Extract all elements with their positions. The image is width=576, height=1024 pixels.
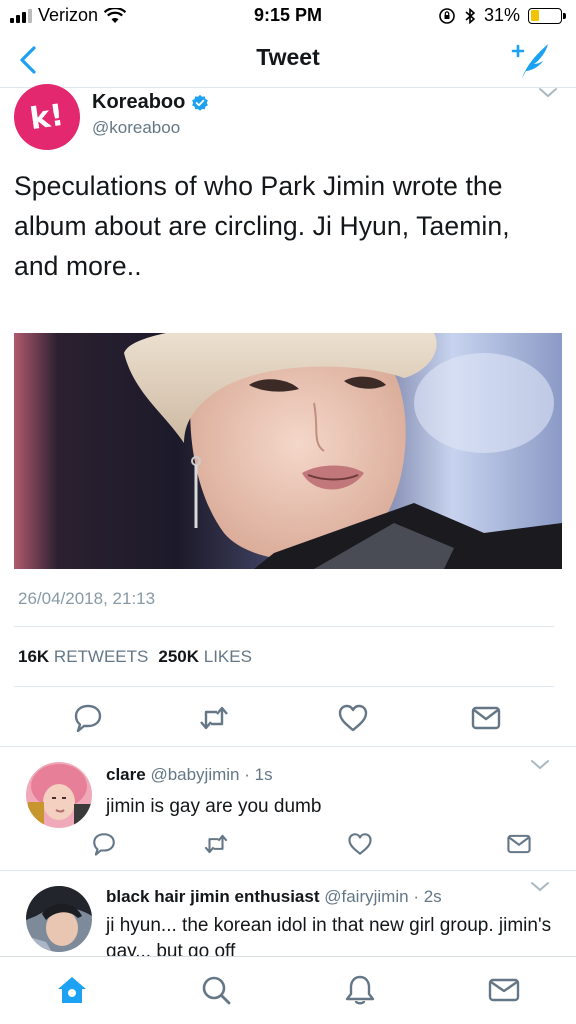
home-icon[interactable] [55,973,89,1007]
bluetooth-icon [465,7,476,24]
reply-icon[interactable] [72,702,104,734]
reply-separator-dot: · [244,765,250,784]
likes-stat[interactable]: 250K LIKES [158,647,252,667]
orientation-lock-icon [439,7,455,24]
tweet-timestamp: 26/04/2018, 21:13 [18,589,156,608]
reply-author-handle[interactable]: @fairyjimin [324,887,408,906]
tab-bar [0,956,576,1024]
retweet-icon[interactable] [203,831,229,857]
author-name-row[interactable]: Koreaboo [92,91,209,114]
divider [14,626,554,627]
reply-author-name[interactable]: clare [106,765,146,784]
notifications-icon[interactable] [343,973,377,1007]
tweet-text: Speculations of who Park Jimin wrote the… [14,171,510,281]
chevron-down-icon[interactable] [530,758,550,772]
dm-icon[interactable] [470,702,502,734]
reply-time: 1s [254,765,273,784]
like-icon[interactable] [347,831,373,857]
chevron-down-icon[interactable] [530,880,550,894]
reply-author-handle[interactable]: @babyjimin [150,765,239,784]
retweet-icon[interactable] [198,702,230,734]
battery-icon [528,7,566,24]
reply-avatar[interactable] [26,762,92,828]
nav-bar: Tweet [0,32,576,88]
tweet-media-image[interactable] [14,333,562,569]
avatar-logo: k! [27,97,67,137]
dm-icon[interactable] [506,831,532,857]
likes-label: LIKES [203,647,252,666]
tweet-stats: 16K RETWEETS 250K LIKES [18,647,252,667]
tweet-actions [0,700,576,736]
reply-header: clare @babyjimin · 1s [106,765,273,785]
messages-icon[interactable] [487,973,521,1007]
verified-icon [192,94,209,111]
search-icon[interactable] [199,973,233,1007]
battery-fill [530,10,540,21]
status-bar: Verizon 9:15 PM 31% [0,0,576,32]
separator [0,870,576,871]
retweets-stat[interactable]: 16K RETWEETS [18,647,148,667]
compose-sparkle-icon[interactable] [510,38,554,82]
author-handle[interactable]: @koreaboo [92,118,180,138]
separator [0,746,576,747]
page-title: Tweet [256,44,320,70]
reply-text: jimin is gay are you dumb [106,796,322,817]
likes-count: 250K [158,647,200,666]
status-right: 31% [438,5,566,26]
like-icon[interactable] [337,702,369,734]
reply-header: black hair jimin enthusiast @fairyjimin … [106,887,442,907]
author-avatar[interactable]: k! [14,84,80,150]
retweets-count: 16K [18,647,50,666]
retweets-label: RETWEETS [53,647,149,666]
divider [14,686,554,687]
battery-percent: 31% [483,5,520,25]
chevron-down-icon[interactable] [538,86,558,100]
reply-avatar[interactable] [26,886,92,952]
reply-separator-dot: · [413,887,419,906]
reply-author-name[interactable]: black hair jimin enthusiast [106,887,320,906]
author-name: Koreaboo [92,91,186,113]
reply-icon[interactable] [91,831,117,857]
reply-time: 2s [423,887,442,906]
